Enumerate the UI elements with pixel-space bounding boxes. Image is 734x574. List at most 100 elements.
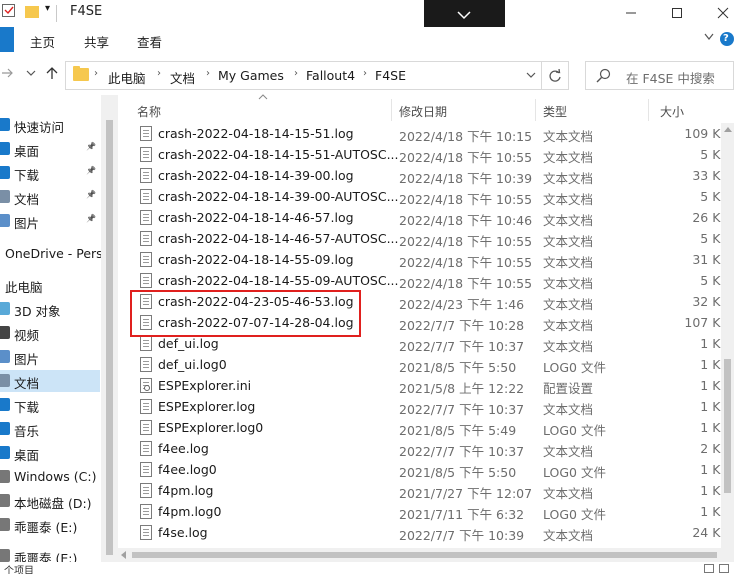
sidebar-item[interactable]: 图片 📌 — [0, 210, 100, 232]
breadcrumb-documents[interactable]: 文档 — [170, 68, 195, 87]
address-bar[interactable]: › 此电脑 › 文档 › My Games › Fallout4 › F4SE — [65, 61, 542, 90]
file-name: crash-2022-04-18-14-46-57-AUTOSC... — [158, 231, 399, 246]
chevron-right-icon[interactable]: › — [206, 68, 210, 79]
chevron-right-icon[interactable]: › — [94, 68, 98, 79]
horizontal-scroll-thumb[interactable] — [132, 552, 717, 558]
help-icon[interactable]: ? — [720, 32, 734, 46]
sidebar-item[interactable]: 音乐 — [0, 418, 100, 440]
forward-arrow-icon[interactable] — [2, 67, 14, 79]
recent-locations-icon[interactable] — [26, 70, 36, 76]
horizontal-scrollbar[interactable] — [118, 548, 734, 562]
column-type[interactable]: 类型 — [543, 103, 567, 120]
file-row[interactable]: ESPExplorer.log0 2021/8/5 下午 5:49 LOG0 文件 1… — [118, 417, 721, 438]
sidebar-item[interactable]: 下载 — [0, 394, 100, 416]
scroll-up-icon[interactable] — [724, 127, 732, 132]
breadcrumb-fallout4[interactable]: Fallout4 — [306, 68, 355, 83]
checkbox-quick-access-icon[interactable] — [2, 4, 15, 17]
file-name: f4pm.log0 — [158, 504, 222, 519]
pin-icon[interactable]: 📌 — [86, 166, 96, 175]
column-divider[interactable] — [535, 99, 536, 121]
close-button[interactable] — [700, 0, 734, 27]
file-row[interactable]: f4se.log 2022/7/7 下午 10:39 文本文档 24 KB — [118, 522, 721, 543]
folder-icon — [73, 66, 89, 81]
details-view-icon[interactable] — [704, 564, 714, 573]
chevron-down-icon[interactable] — [704, 33, 714, 41]
file-row[interactable]: ESPExplorer.ini 2021/5/8 上午 12:22 配置设置 1 KB — [118, 375, 721, 396]
sidebar-item[interactable]: OneDrive - Perso — [0, 243, 110, 265]
file-row[interactable]: crash-2022-04-18-14-39-00-AUTOSC... 2022/… — [118, 186, 721, 207]
sidebar-item[interactable]: 视频 — [0, 322, 100, 344]
sidebar-item[interactable]: 桌面 📌 — [0, 138, 100, 160]
sidebar-item[interactable]: 此电脑 — [0, 274, 100, 296]
tab-view[interactable]: 查看 — [137, 32, 162, 51]
chevron-right-icon[interactable]: › — [363, 68, 367, 79]
file-row[interactable]: f4ee.log0 2021/8/5 下午 5:50 LOG0 文件 1 KB — [118, 459, 721, 480]
file-modified: 2022/4/18 下午 10:15 — [399, 129, 533, 144]
file-row[interactable]: crash-2022-04-18-14-15-51.log 2022/4/18 下… — [118, 123, 721, 144]
file-name: crash-2022-04-18-14-15-51.log — [158, 126, 354, 141]
sidebar-item[interactable]: 桌面 — [0, 442, 100, 464]
chevron-right-icon[interactable]: › — [157, 68, 161, 79]
column-divider[interactable] — [391, 99, 392, 121]
search-input[interactable]: 在 F4SE 中搜索 — [585, 61, 734, 90]
sidebar-item[interactable]: 3D 对象 — [0, 298, 100, 320]
column-divider[interactable] — [648, 99, 649, 121]
folder-quick-access-icon[interactable] — [25, 6, 39, 18]
sidebar-item[interactable]: 本地磁盘 (D:) — [0, 490, 100, 512]
breadcrumb-this-pc[interactable]: 此电脑 — [108, 68, 146, 87]
sidebar-item[interactable]: 快速访问 — [0, 114, 100, 136]
up-arrow-icon[interactable] — [46, 67, 58, 80]
file-modified: 2022/7/7 下午 10:28 — [399, 318, 525, 333]
file-list-scrollbar[interactable] — [721, 123, 734, 555]
file-row[interactable]: f4pm.log0 2021/7/11 下午 6:32 LOG0 文件 1 KB — [118, 501, 721, 522]
sidebar-scrollbar[interactable] — [101, 95, 118, 574]
tab-file[interactable] — [0, 27, 14, 52]
pin-icon[interactable]: 📌 — [86, 142, 96, 151]
customize-quick-access-icon[interactable]: ▾ — [45, 3, 50, 14]
sidebar-item-label: 视频 — [14, 328, 40, 343]
sidebar-item[interactable]: 图片 — [0, 346, 100, 368]
pin-icon[interactable]: 📌 — [86, 190, 96, 199]
sidebar-scroll-thumb[interactable] — [106, 120, 113, 555]
file-row[interactable]: crash-2022-04-18-14-39-00.log 2022/4/18 下… — [118, 165, 721, 186]
chevron-down-icon[interactable] — [526, 72, 536, 79]
sidebar-item[interactable]: 下载 📌 — [0, 162, 100, 184]
file-row[interactable]: def_ui.log0 2021/8/5 下午 5:50 LOG0 文件 1 KB — [118, 354, 721, 375]
sidebar-item[interactable]: 文档 — [0, 370, 100, 392]
breadcrumb-my-games[interactable]: My Games — [218, 68, 284, 83]
large-icons-view-icon[interactable] — [719, 564, 729, 573]
sidebar-item-label: 图片 — [14, 352, 40, 367]
file-row[interactable]: crash-2022-04-18-14-46-57.log 2022/4/18 下… — [118, 207, 721, 228]
file-modified: 2022/4/18 下午 10:55 — [399, 234, 533, 249]
scroll-left-icon[interactable] — [121, 551, 126, 559]
scroll-thumb[interactable] — [724, 359, 731, 493]
file-row[interactable]: f4ee.log 2022/7/7 下午 10:37 文本文档 2 KB — [118, 438, 721, 459]
minimize-button[interactable] — [608, 0, 654, 27]
sidebar-item[interactable]: 乖噩泰 (E:) — [0, 514, 100, 536]
file-row[interactable]: ESPExplorer.log 2022/7/7 下午 10:37 文本文档 1 KB — [118, 396, 721, 417]
cube-icon — [0, 302, 10, 315]
file-modified: 2021/5/8 上午 12:22 — [399, 381, 525, 396]
chevron-right-icon[interactable]: › — [294, 68, 298, 79]
expand-ribbon-button[interactable] — [424, 0, 505, 30]
refresh-button[interactable] — [541, 61, 569, 90]
column-name[interactable]: 名称 — [137, 103, 161, 120]
sidebar-item-label: 3D 对象 — [14, 304, 61, 319]
pin-icon[interactable]: 📌 — [86, 214, 96, 223]
sidebar-item[interactable]: 文档 📌 — [0, 186, 100, 208]
file-size: 32 KB — [692, 294, 721, 309]
file-row[interactable]: f4pm.log 2021/7/27 下午 12:07 文本文档 1 KB — [118, 480, 721, 501]
sidebar-item[interactable]: Windows (C:) — [0, 466, 100, 488]
breadcrumb-f4se[interactable]: F4SE — [375, 68, 406, 83]
file-row[interactable]: crash-2022-04-18-14-55-09-AUTOSC... 2022/… — [118, 270, 721, 291]
column-modified[interactable]: 修改日期 — [399, 103, 447, 120]
file-type: 配置设置 — [543, 381, 594, 396]
file-row[interactable]: crash-2022-04-18-14-55-09.log 2022/4/18 下… — [118, 249, 721, 270]
tab-home[interactable]: 主页 — [30, 32, 55, 51]
file-row[interactable]: crash-2022-04-18-14-46-57-AUTOSC... 2022/… — [118, 228, 721, 249]
column-size[interactable]: 大小 — [660, 103, 684, 120]
maximize-button[interactable] — [654, 0, 700, 27]
drive-icon — [0, 494, 10, 507]
tab-share[interactable]: 共享 — [84, 32, 109, 51]
file-row[interactable]: crash-2022-04-18-14-15-51-AUTOSC... 2022/… — [118, 144, 721, 165]
